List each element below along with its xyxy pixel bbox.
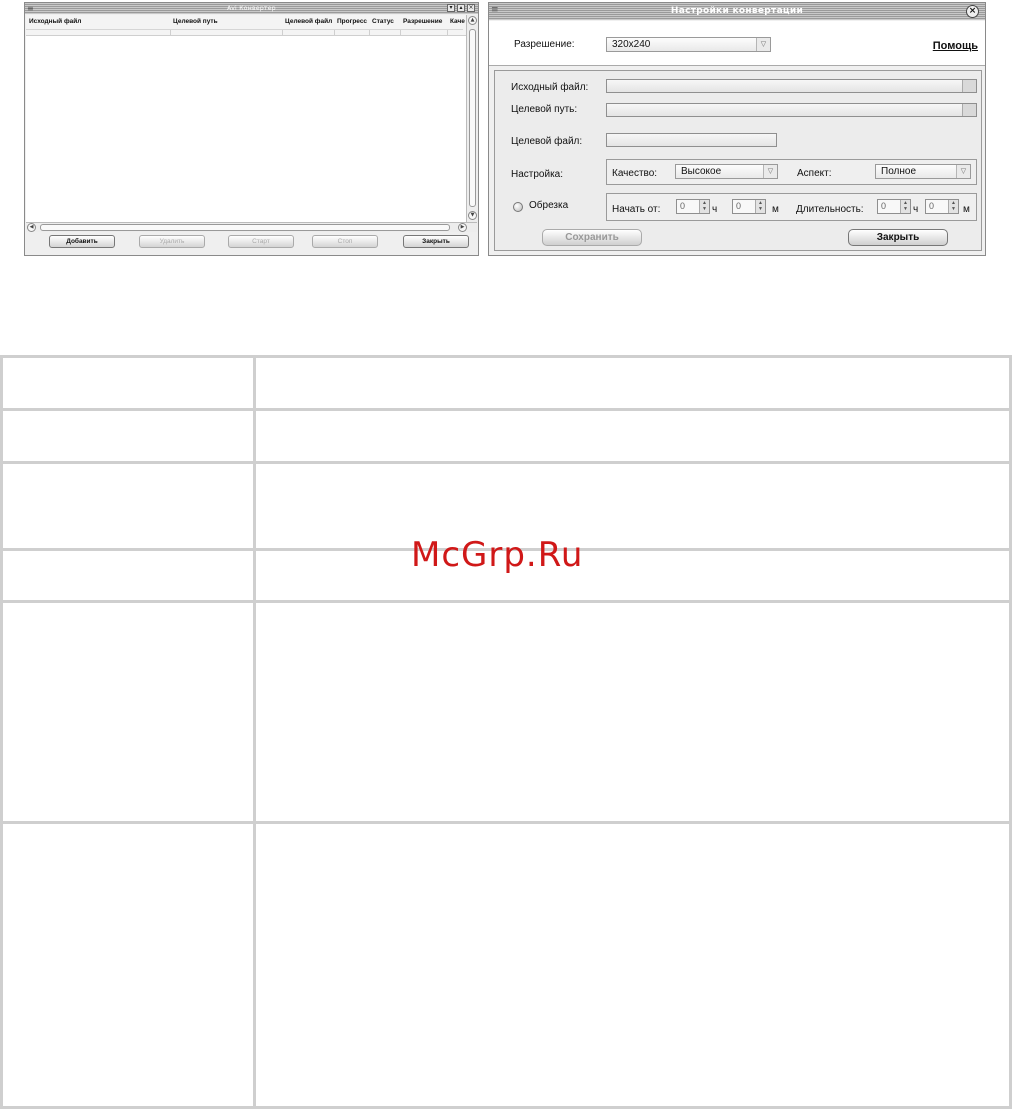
duration-label: Длительность: — [796, 204, 864, 215]
start-button[interactable]: Старт — [228, 235, 294, 248]
file-list-table[interactable]: Исходный файл Целевой путь Целевой файл … — [26, 15, 477, 224]
settings-panel: Исходный файл: Целевой путь: Целевой фай… — [494, 70, 982, 251]
source-file-label: Исходный файл: — [511, 82, 589, 93]
table-row — [3, 411, 1009, 464]
column-target-file[interactable]: Целевой файл — [285, 18, 332, 25]
converter-title: Avi Конвертер — [227, 5, 276, 12]
aspect-value: Полное — [881, 166, 917, 177]
help-link[interactable]: Помощь — [933, 40, 978, 52]
trim-group: Начать от: 0 ▲ ▼ ч 0 ▲ ▼ м Длительность: 0… — [606, 193, 977, 221]
delete-button[interactable]: Удалить — [139, 235, 205, 248]
quality-aspect-group: Качество: Высокое ▽ Аспект: Полное ▽ — [606, 159, 977, 185]
scroll-left-icon[interactable]: ◀ — [27, 223, 36, 232]
spinner-arrows-icon[interactable]: ▲ ▼ — [755, 200, 765, 213]
chevron-down-icon[interactable]: ▽ — [763, 165, 777, 178]
table-column-divider — [253, 358, 256, 1106]
column-quality[interactable]: Каче — [450, 18, 465, 25]
table-row — [3, 603, 1009, 824]
start-from-label: Начать от: — [612, 204, 661, 215]
setting-label: Настройка: — [511, 169, 564, 180]
trim-radio[interactable] — [513, 202, 523, 212]
duration-hours-value: 0 — [881, 201, 887, 211]
aspect-label: Аспект: — [797, 168, 832, 179]
settings-title-bar[interactable]: ≡ Настройки конвертации × — [489, 3, 985, 20]
start-hours-value: 0 — [680, 201, 686, 211]
settings-title: Настройки конвертации — [670, 6, 804, 16]
source-file-field[interactable] — [606, 79, 977, 93]
quality-label: Качество: — [612, 168, 658, 179]
start-minutes-spinner[interactable]: 0 ▲ ▼ — [732, 199, 766, 214]
target-path-label: Целевой путь: — [511, 104, 578, 115]
save-button[interactable]: Сохранить — [542, 229, 642, 246]
browse-target-button[interactable] — [962, 104, 976, 116]
converter-title-bar[interactable]: ≡ Avi Конвертер ▾ ▴ × — [25, 3, 478, 14]
chevron-down-icon[interactable]: ▽ — [756, 38, 770, 51]
table-row — [3, 358, 1009, 411]
spinner-arrows-icon[interactable]: ▲ ▼ — [900, 200, 910, 213]
header-dividers — [26, 29, 463, 36]
target-path-field[interactable] — [606, 103, 977, 117]
duration-hours-unit: ч — [913, 204, 919, 215]
watermark-text: McGrp.Ru — [411, 535, 584, 575]
target-file-field[interactable] — [606, 133, 777, 147]
start-minutes-value: 0 — [736, 201, 742, 211]
trim-label: Обрезка — [529, 200, 569, 211]
converter-window: ≡ Avi Конвертер ▾ ▴ × Исходный файл Целе… — [24, 2, 479, 256]
resolution-select[interactable]: 320x240 ▽ — [606, 37, 771, 52]
horizontal-scrollbar[interactable]: ◀ ▶ — [26, 222, 477, 232]
resolution-value: 320x240 — [612, 39, 651, 50]
description-table — [0, 355, 1012, 1109]
spinner-arrows-icon[interactable]: ▲ ▼ — [699, 200, 709, 213]
quality-select[interactable]: Высокое ▽ — [675, 164, 778, 179]
scroll-right-icon[interactable]: ▶ — [458, 223, 467, 232]
minimize-icon[interactable]: ▾ — [447, 4, 455, 12]
scroll-down-icon[interactable]: ▼ — [468, 211, 477, 220]
chevron-down-icon[interactable]: ▽ — [956, 165, 970, 178]
file-list-header: Исходный файл Целевой путь Целевой файл … — [26, 15, 477, 36]
close-icon[interactable]: × — [966, 5, 979, 18]
settings-window: ≡ Настройки конвертации × Разрешение: 32… — [488, 2, 986, 256]
column-status[interactable]: Статус — [372, 18, 394, 25]
column-target-path[interactable]: Целевой путь — [173, 18, 218, 25]
start-hours-unit: ч — [712, 204, 718, 215]
column-resolution[interactable]: Разрешение — [403, 18, 442, 25]
column-source-file[interactable]: Исходный файл — [29, 18, 81, 25]
column-progress[interactable]: Прогресс — [337, 18, 367, 25]
close-icon[interactable]: × — [467, 4, 475, 12]
add-button[interactable]: Добавить — [49, 235, 115, 248]
quality-value: Высокое — [681, 166, 722, 177]
resolution-label: Разрешение: — [514, 39, 575, 50]
browse-source-button[interactable] — [962, 80, 976, 92]
vertical-scrollbar[interactable]: ▲ ▼ — [466, 15, 478, 224]
maximize-icon[interactable]: ▴ — [457, 4, 465, 12]
resolution-band: Разрешение: 320x240 ▽ Помощь — [489, 21, 985, 66]
duration-minutes-value: 0 — [929, 201, 935, 211]
target-file-label: Целевой файл: — [511, 136, 583, 147]
vertical-scroll-thumb[interactable] — [469, 29, 476, 207]
converter-button-row: Добавить Удалить Старт Стоп Закрыть — [25, 233, 478, 253]
duration-hours-spinner[interactable]: 0 ▲ ▼ — [877, 199, 911, 214]
spinner-arrows-icon[interactable]: ▲ ▼ — [948, 200, 958, 213]
horizontal-scroll-thumb[interactable] — [40, 224, 450, 231]
duration-minutes-unit: м — [963, 204, 970, 215]
scroll-up-icon[interactable]: ▲ — [468, 16, 477, 25]
duration-minutes-spinner[interactable]: 0 ▲ ▼ — [925, 199, 959, 214]
stop-button[interactable]: Стоп — [312, 235, 378, 248]
start-hours-spinner[interactable]: 0 ▲ ▼ — [676, 199, 710, 214]
aspect-select[interactable]: Полное ▽ — [875, 164, 971, 179]
start-minutes-unit: м — [772, 204, 779, 215]
close-button[interactable]: Закрыть — [403, 235, 469, 248]
close-button[interactable]: Закрыть — [848, 229, 948, 246]
